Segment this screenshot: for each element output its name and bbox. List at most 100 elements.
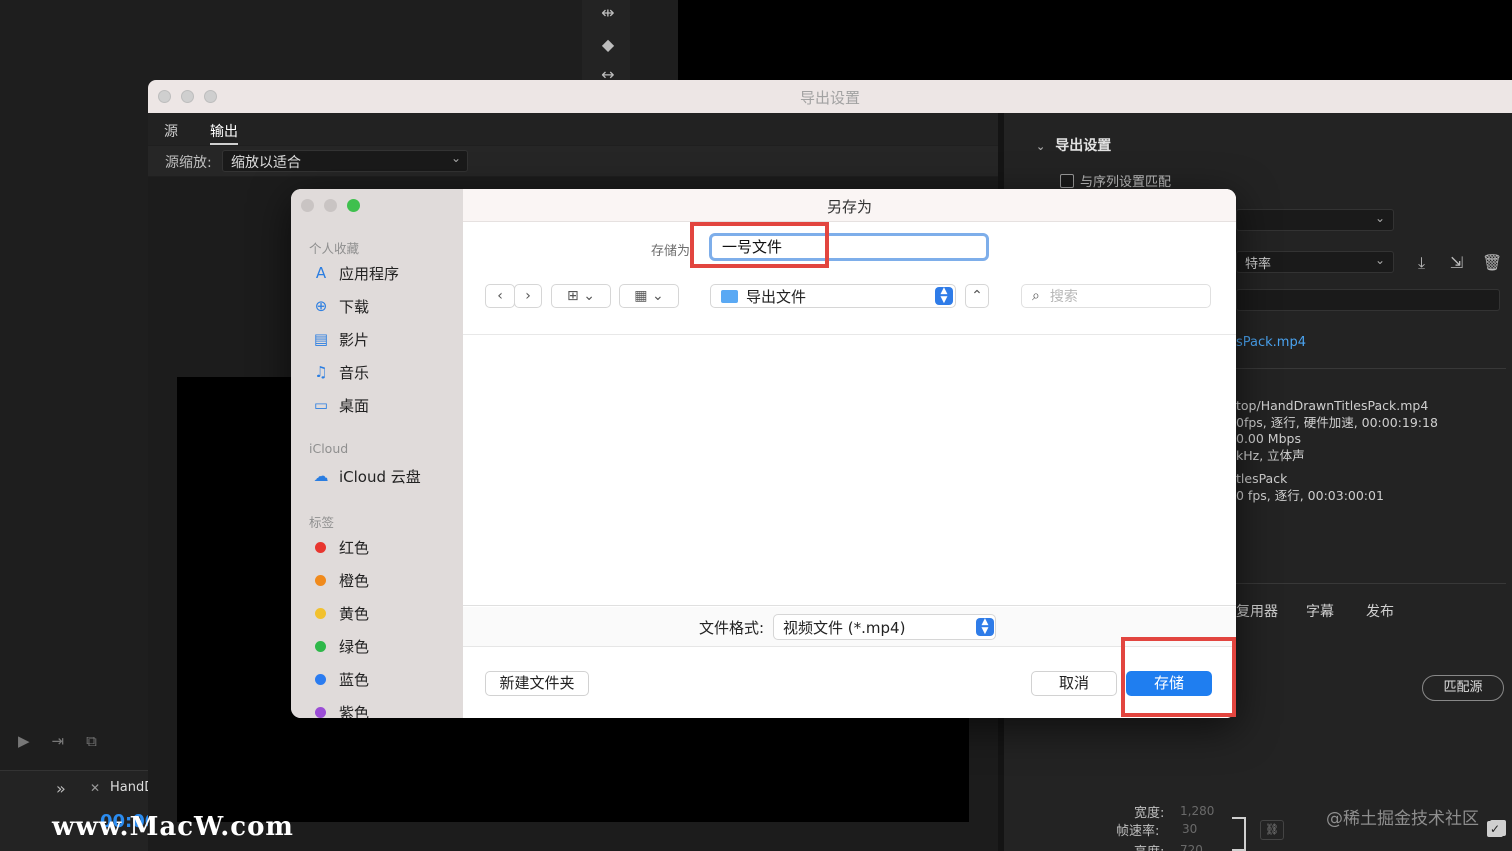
tab-source[interactable]: 源 <box>164 121 178 141</box>
tag-dot-icon <box>315 541 326 553</box>
chevron-down-icon: ⌄ <box>1374 253 1385 267</box>
folder-icon <box>721 289 738 303</box>
step-forward-icon[interactable]: ⇥ <box>52 732 65 750</box>
group-icon: ▦ ⌄ <box>634 288 664 304</box>
sidebar-tag-green[interactable]: 绿色 <box>311 635 369 657</box>
export-window-title: 导出设置 <box>799 89 860 107</box>
tags-header: 标签 <box>309 515 335 530</box>
source-scale-label: 源缩放: <box>165 155 212 171</box>
output-summary: top/HandDrawnTitlesPack.mp4 0fps, 逐行, 硬件… <box>1236 398 1438 463</box>
tag-dot-icon <box>315 673 326 685</box>
aspect-bracket <box>1232 817 1246 851</box>
sidebar-tag-orange[interactable]: 橙色 <box>311 569 369 591</box>
download-icon: ⊕ <box>314 297 328 315</box>
import-preset-icon[interactable]: ⇲ <box>1450 253 1463 272</box>
tools-panel: ⇹ ◆ ↔ <box>582 0 630 84</box>
export-titlebar: 导出设置 <box>148 80 1512 113</box>
tag-dot-icon <box>315 574 326 586</box>
search-icon: ⌕ <box>1032 288 1040 304</box>
height-value[interactable]: 720 <box>1180 843 1203 851</box>
watermark-right: @稀土掘金技术社区 <box>1326 809 1479 829</box>
sidebar-item-applications[interactable]: A 应用程序 <box>311 262 399 284</box>
file-browser[interactable] <box>463 334 1236 606</box>
save-preset-icon[interactable]: ⤓ <box>1418 253 1425 273</box>
sidebar-tag-purple[interactable]: 紫色 <box>311 701 369 718</box>
tab-multiplexer[interactable]: 复用器 <box>1236 601 1278 621</box>
updown-chevron-icon: ▲ ▼ <box>935 287 953 305</box>
new-folder-button[interactable]: 新建文件夹 <box>485 671 589 696</box>
chevron-down-icon: ⌄ <box>1036 140 1046 153</box>
chevron-down-icon: ⌄ <box>450 151 461 165</box>
tab-captions[interactable]: 字幕 <box>1306 601 1334 621</box>
match-source-button[interactable]: 匹配源 <box>1422 675 1504 701</box>
sidebar-item-downloads[interactable]: ⊕ 下载 <box>311 295 369 317</box>
file-format-label: 文件格式: <box>699 619 765 637</box>
framerate-checkbox[interactable]: ✓ <box>1487 821 1503 837</box>
comments-field[interactable] <box>1236 289 1500 311</box>
match-sequence-checkbox[interactable]: 与序列设置匹配 <box>1060 171 1171 190</box>
program-monitor <box>678 0 1512 80</box>
finder-sidebar: 个人收藏 A 应用程序 ⊕ 下载 ▤ 影片 ♫ 音乐 ▭ 桌面 iCloud ☁ iClou… <box>291 189 463 718</box>
export-settings-section[interactable]: ⌄ 导出设置 <box>1036 135 1111 155</box>
minimize-dialog-button[interactable] <box>324 199 337 212</box>
desktop-icon: ▭ <box>313 396 329 414</box>
preset-select[interactable]: 特率 ⌄ <box>1236 251 1394 273</box>
sidebar-item-music[interactable]: ♫ 音乐 <box>311 361 369 383</box>
highlight-box-filename <box>690 222 829 268</box>
framerate-label: 帧速率: <box>1116 824 1160 839</box>
icloud-header: iCloud <box>309 441 349 456</box>
sidebar-tag-yellow[interactable]: 黄色 <box>311 602 369 624</box>
apps-icon: A <box>315 264 327 282</box>
framerate-value[interactable]: 30 <box>1182 822 1197 836</box>
expand-panels-icon[interactable]: » <box>56 779 66 798</box>
save-as-dialog: 个人收藏 A 应用程序 ⊕ 下载 ▤ 影片 ♫ 音乐 ▭ 桌面 iCloud ☁ iClou… <box>291 189 1236 718</box>
film-icon: ▤ <box>313 330 329 348</box>
source-summary: tlesPack 0 fps, 逐行, 00:03:00:01 <box>1236 471 1384 503</box>
link-icon[interactable]: ⛓ <box>1260 820 1284 840</box>
export-frame-icon[interactable]: ⧉ <box>86 732 97 750</box>
export-tabs: 源 输出 <box>148 113 998 145</box>
source-scale-select[interactable]: 缩放以适合 ⌄ <box>222 150 468 172</box>
search-input[interactable]: ⌕ 搜索 <box>1021 284 1211 308</box>
chevron-up-icon: ⌃ <box>971 288 983 304</box>
output-name-link[interactable]: sPack.mp4 <box>1236 335 1306 350</box>
tab-publish[interactable]: 发布 <box>1366 601 1394 621</box>
music-icon: ♫ <box>314 363 328 381</box>
sidebar-item-movies[interactable]: ▤ 影片 <box>311 328 369 350</box>
ripple-edit-tool-icon[interactable]: ⇹ <box>598 3 618 23</box>
close-tab-icon[interactable]: ✕ <box>90 781 100 795</box>
forward-button[interactable]: › <box>514 284 542 308</box>
tab-output[interactable]: 输出 <box>210 121 238 145</box>
cloud-icon: ☁ <box>313 467 329 485</box>
tag-dot-icon <box>315 640 326 652</box>
updown-chevron-icon: ▲ ▼ <box>976 618 994 636</box>
dialog-titlebar: 另存为 <box>463 189 1236 222</box>
collapse-button[interactable]: ⌃ <box>965 284 989 308</box>
sidebar-tag-red[interactable]: 红色 <box>311 536 369 558</box>
group-by-button[interactable]: ▦ ⌄ <box>619 284 679 308</box>
width-value[interactable]: 1,280 <box>1180 804 1214 818</box>
cancel-button[interactable]: 取消 <box>1031 671 1117 696</box>
dialog-title: 另存为 <box>826 198 872 216</box>
zoom-dialog-button[interactable] <box>347 199 360 212</box>
chevron-left-icon: ‹ <box>497 288 503 304</box>
location-select[interactable]: 导出文件 ▲ ▼ <box>710 284 956 308</box>
height-label: 高度: <box>1134 841 1164 851</box>
chevron-right-icon: › <box>525 288 531 304</box>
back-button[interactable]: ‹ <box>485 284 515 308</box>
save-as-label: 存储为 <box>651 244 691 259</box>
chevron-down-icon: ⌄ <box>1374 211 1385 225</box>
sidebar-item-icloud-drive[interactable]: ☁ iCloud 云盘 <box>311 465 421 487</box>
width-label: 宽度: <box>1134 806 1165 821</box>
close-dialog-button[interactable] <box>301 199 314 212</box>
source-scale-row: 源缩放: 缩放以适合 ⌄ <box>148 146 998 176</box>
watermark-left: www.MacW.com <box>52 812 294 842</box>
razor-tool-icon[interactable]: ◆ <box>598 35 618 55</box>
sidebar-tag-blue[interactable]: 蓝色 <box>311 668 369 690</box>
format-select[interactable]: ⌄ <box>1236 209 1394 231</box>
delete-preset-icon[interactable]: 🗑 <box>1482 253 1502 272</box>
icon-view-button[interactable]: ⊞ ⌄ <box>551 284 611 308</box>
play-icon[interactable]: ▶ <box>18 732 30 750</box>
file-format-select[interactable]: 视频文件 (*.mp4) ▲ ▼ <box>773 614 996 640</box>
sidebar-item-desktop[interactable]: ▭ 桌面 <box>311 394 369 416</box>
